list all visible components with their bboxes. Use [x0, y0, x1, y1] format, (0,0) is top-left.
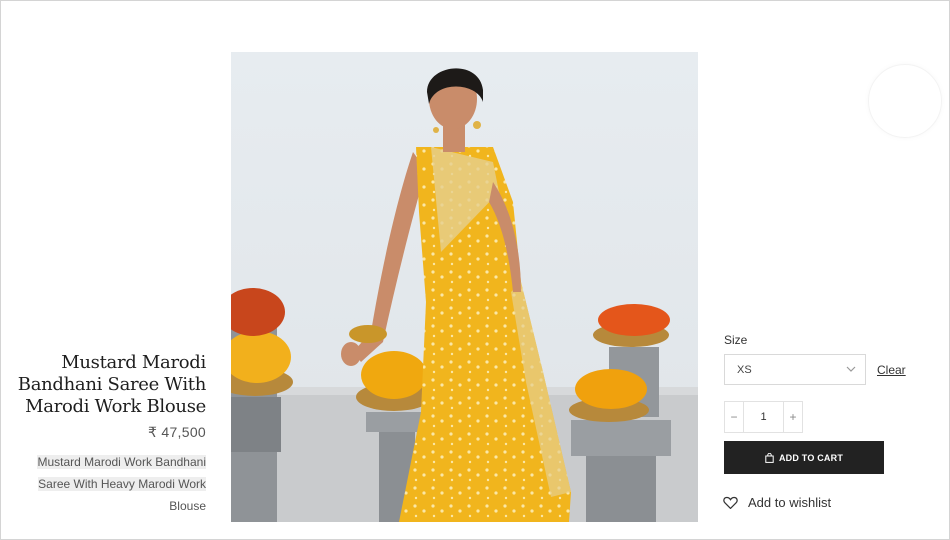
description-line: Blouse — [169, 499, 206, 513]
product-title: Mustard Marodi Bandhani Saree With Marod… — [8, 352, 207, 418]
product-info: Mustard Marodi Bandhani Saree With Marod… — [8, 352, 207, 517]
product-title-line: Marodi Work Blouse — [25, 396, 206, 417]
heart-icon — [723, 496, 738, 509]
size-select[interactable]: XS — [724, 354, 866, 385]
product-price: ₹ 47,500 — [147, 424, 206, 440]
size-select-value: XS — [737, 364, 752, 376]
product-description: Mustard Marodi Work Bandhani Saree With … — [8, 451, 206, 517]
add-to-wishlist-button[interactable]: Add to wishlist — [723, 495, 831, 510]
description-line: Mustard Marodi Work Bandhani — [37, 455, 206, 469]
wishlist-label: Add to wishlist — [748, 495, 832, 510]
product-title-line: Bandhani Saree With — [17, 374, 207, 395]
product-image[interactable] — [231, 52, 698, 522]
clear-size-link[interactable]: Clear — [877, 363, 906, 377]
quantity-decrease-button[interactable]: − — [725, 402, 743, 432]
shopping-bag-icon — [765, 452, 774, 463]
add-to-cart-label: ADD TO CART — [778, 452, 844, 463]
product-title-line: Mustard Marodi — [61, 352, 206, 373]
quantity-input[interactable]: 1 — [743, 402, 784, 432]
quantity-increase-button[interactable]: + — [784, 402, 802, 432]
quantity-stepper: − 1 + — [724, 401, 803, 433]
product-photo-illustration — [231, 52, 698, 522]
description-line: Saree With Heavy Marodi Work — [38, 477, 206, 491]
floating-circle — [868, 64, 942, 138]
size-label: Size — [724, 333, 748, 347]
add-to-cart-button[interactable]: ADD TO CART — [724, 441, 884, 474]
chevron-down-icon — [846, 366, 856, 372]
